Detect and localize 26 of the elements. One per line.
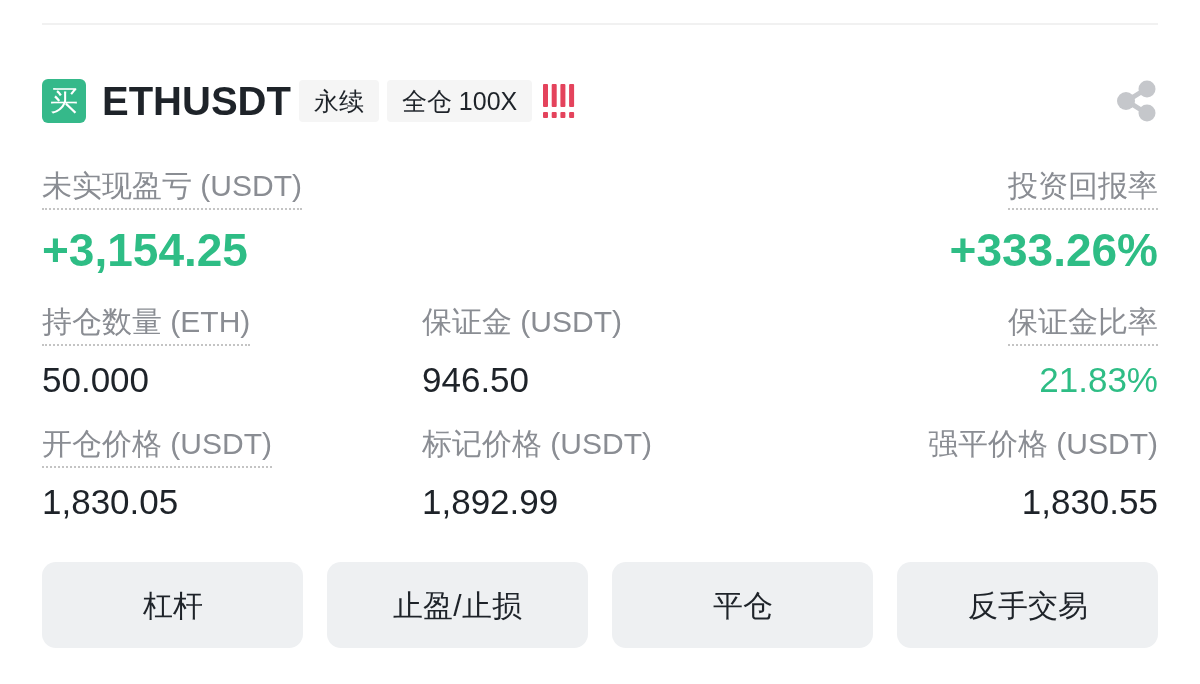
symbol-title: ETHUSDT	[102, 78, 291, 124]
stat-value: +3,154.25	[42, 223, 248, 278]
stat-label: 投资回报率	[1008, 168, 1158, 210]
stat-value: 1,830.05	[42, 481, 179, 523]
stat-value: +333.26%	[949, 223, 1158, 278]
action-button[interactable]: 杠杆	[42, 562, 303, 648]
stat-label: 标记价格 (USDT)	[422, 426, 652, 462]
risk-level-icon	[542, 84, 577, 118]
stat-value: 1,892.99	[422, 481, 559, 523]
position-tag: 全仓 100X	[386, 80, 533, 122]
stat-value: 50.000	[42, 359, 150, 401]
action-button[interactable]: 反手交易	[897, 562, 1158, 648]
position-tag: 永续	[298, 80, 379, 122]
buy-side-badge: 买	[42, 79, 86, 123]
stat-label: 持仓数量 (ETH)	[42, 304, 251, 346]
stat-label: 保证金 (USDT)	[422, 304, 622, 340]
stat-label: 开仓价格 (USDT)	[42, 426, 272, 468]
stat-label: 未实现盈亏 (USDT)	[42, 168, 302, 210]
stat-label: 保证金比率	[1008, 304, 1158, 346]
action-button[interactable]: 平仓	[612, 562, 873, 648]
stat-value: 946.50	[422, 359, 530, 401]
action-button[interactable]: 止盈/止损	[327, 562, 588, 648]
share-icon[interactable]	[1116, 80, 1158, 122]
stat-value: 21.83%	[1039, 359, 1158, 401]
stat-value: 1,830.55	[1021, 481, 1158, 523]
stat-label: 强平价格 (USDT)	[928, 426, 1158, 462]
